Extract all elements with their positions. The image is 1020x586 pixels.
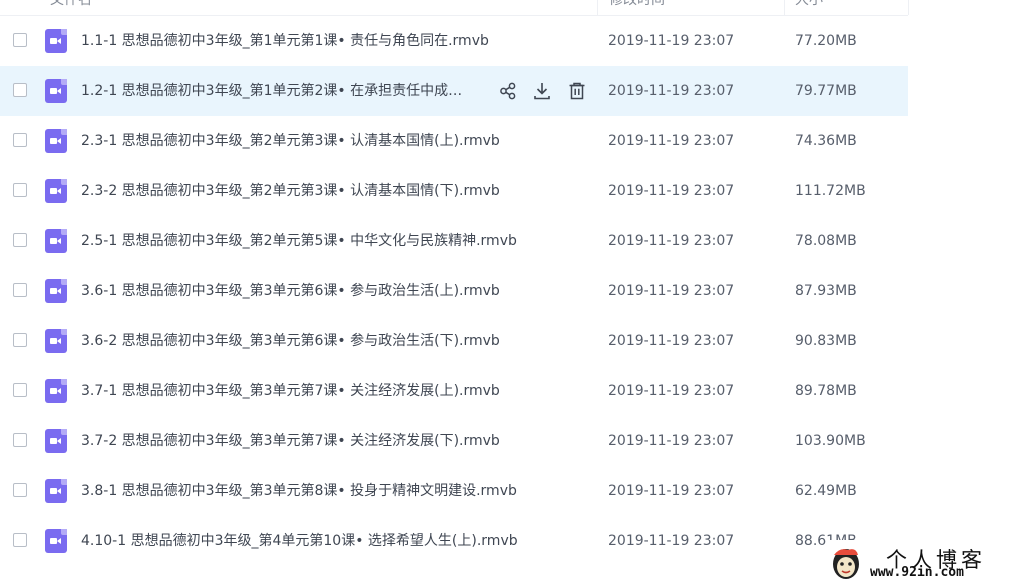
file-row[interactable]: 4.10-1 思想品德初中3年级_第4单元第10课• 选择希望人生(上).rmv…: [0, 516, 908, 566]
file-name[interactable]: 2.3-1 思想品德初中3年级_第2单元第3课• 认清基本国情(上).rmvb: [81, 116, 500, 166]
file-modified-date: 2019-11-19 23:07: [608, 33, 735, 49]
file-modified-date: 2019-11-19 23:07: [608, 133, 735, 149]
watermark-logo-icon: [833, 549, 859, 579]
video-file-icon: [45, 179, 67, 203]
file-size: 90.83MB: [795, 333, 857, 349]
watermark: 个人博客 www.92in.com: [826, 540, 1020, 586]
row-checkbox[interactable]: [13, 533, 27, 547]
video-file-icon: [45, 529, 67, 553]
file-modified-date: 2019-11-19 23:07: [608, 283, 735, 299]
file-row[interactable]: 3.7-2 思想品德初中3年级_第3单元第7课• 关注经济发展(下).rmvb 2…: [0, 416, 908, 466]
file-modified-date: 2019-11-19 23:07: [608, 483, 735, 499]
row-checkbox[interactable]: [13, 33, 27, 47]
column-divider: [908, 0, 909, 15]
row-checkbox[interactable]: [13, 83, 27, 97]
video-file-icon: [45, 79, 67, 103]
file-size: 111.72MB: [795, 183, 866, 199]
file-size: 89.78MB: [795, 383, 857, 399]
video-file-icon: [45, 279, 67, 303]
video-file-icon: [45, 229, 67, 253]
file-list-header: 文件名 修改时间 ▼ 大小: [0, 0, 909, 16]
file-name[interactable]: 3.6-1 思想品德初中3年级_第3单元第6课• 参与政治生活(上).rmvb: [81, 266, 500, 316]
file-name[interactable]: 1.1-1 思想品德初中3年级_第1单元第1课• 责任与角色同在.rmvb: [81, 16, 489, 66]
file-modified-date: 2019-11-19 23:07: [608, 533, 735, 549]
row-checkbox[interactable]: [13, 283, 27, 297]
file-row[interactable]: 1.1-1 思想品德初中3年级_第1单元第1课• 责任与角色同在.rmvb 201…: [0, 16, 908, 66]
video-file-icon: [45, 29, 67, 53]
file-modified-date: 2019-11-19 23:07: [608, 383, 735, 399]
file-modified-date: 2019-11-19 23:07: [608, 83, 735, 99]
file-name[interactable]: 3.7-2 思想品德初中3年级_第3单元第7课• 关注经济发展(下).rmvb: [81, 416, 500, 466]
download-icon[interactable]: [531, 80, 553, 102]
file-modified-date: 2019-11-19 23:07: [608, 333, 735, 349]
file-name[interactable]: 2.3-2 思想品德初中3年级_第2单元第3课• 认清基本国情(下).rmvb: [81, 166, 500, 216]
column-header-size[interactable]: 大小: [795, 0, 823, 15]
file-row[interactable]: 1.2-1 思想品德初中3年级_第1单元第2课• 在承担责任中成… 2019-11…: [0, 66, 908, 116]
file-row[interactable]: 3.6-1 思想品德初中3年级_第3单元第6课• 参与政治生活(上).rmvb 2…: [0, 266, 908, 316]
file-size: 79.77MB: [795, 83, 857, 99]
row-checkbox[interactable]: [13, 383, 27, 397]
column-header-name[interactable]: 文件名: [50, 0, 92, 15]
file-name[interactable]: 3.8-1 思想品德初中3年级_第3单元第8课• 投身于精神文明建设.rmvb: [81, 466, 517, 516]
row-checkbox[interactable]: [13, 483, 27, 497]
row-checkbox[interactable]: [13, 133, 27, 147]
file-size: 78.08MB: [795, 233, 857, 249]
file-name[interactable]: 3.6-2 思想品德初中3年级_第3单元第6课• 参与政治生活(下).rmvb: [81, 316, 500, 366]
row-checkbox[interactable]: [13, 433, 27, 447]
file-row[interactable]: 2.3-1 思想品德初中3年级_第2单元第3课• 认清基本国情(上).rmvb 2…: [0, 116, 908, 166]
column-divider: [597, 0, 598, 15]
file-size: 77.20MB: [795, 33, 857, 49]
file-size: 74.36MB: [795, 133, 857, 149]
file-size: 62.49MB: [795, 483, 857, 499]
file-row[interactable]: 2.5-1 思想品德初中3年级_第2单元第5课• 中华文化与民族精神.rmvb 2…: [0, 216, 908, 266]
file-modified-date: 2019-11-19 23:07: [608, 433, 735, 449]
column-divider: [784, 0, 785, 15]
row-checkbox[interactable]: [13, 233, 27, 247]
file-name[interactable]: 1.2-1 思想品德初中3年级_第1单元第2课• 在承担责任中成…: [81, 66, 489, 116]
video-file-icon: [45, 379, 67, 403]
file-row[interactable]: 3.6-2 思想品德初中3年级_第3单元第6课• 参与政治生活(下).rmvb 2…: [0, 316, 908, 366]
share-icon[interactable]: [497, 80, 519, 102]
video-file-icon: [45, 129, 67, 153]
file-row[interactable]: 3.7-1 思想品德初中3年级_第3单元第7课• 关注经济发展(上).rmvb 2…: [0, 366, 908, 416]
file-list: 1.1-1 思想品德初中3年级_第1单元第1课• 责任与角色同在.rmvb 201…: [0, 16, 908, 566]
video-file-icon: [45, 329, 67, 353]
watermark-url: www.92in.com: [870, 565, 964, 580]
video-file-icon: [45, 479, 67, 503]
file-row[interactable]: 2.3-2 思想品德初中3年级_第2单元第3课• 认清基本国情(下).rmvb 2…: [0, 166, 908, 216]
file-size: 87.93MB: [795, 283, 857, 299]
file-modified-date: 2019-11-19 23:07: [608, 233, 735, 249]
row-checkbox[interactable]: [13, 333, 27, 347]
file-name[interactable]: 2.5-1 思想品德初中3年级_第2单元第5课• 中华文化与民族精神.rmvb: [81, 216, 517, 266]
file-size: 103.90MB: [795, 433, 866, 449]
file-name[interactable]: 4.10-1 思想品德初中3年级_第4单元第10课• 选择希望人生(上).rmv…: [81, 516, 518, 566]
column-header-modified[interactable]: 修改时间: [609, 0, 665, 15]
file-name[interactable]: 3.7-1 思想品德初中3年级_第3单元第7课• 关注经济发展(上).rmvb: [81, 366, 500, 416]
delete-icon[interactable]: [566, 80, 588, 102]
file-row[interactable]: 3.8-1 思想品德初中3年级_第3单元第8课• 投身于精神文明建设.rmvb 2…: [0, 466, 908, 516]
row-checkbox[interactable]: [13, 183, 27, 197]
video-file-icon: [45, 429, 67, 453]
file-modified-date: 2019-11-19 23:07: [608, 183, 735, 199]
